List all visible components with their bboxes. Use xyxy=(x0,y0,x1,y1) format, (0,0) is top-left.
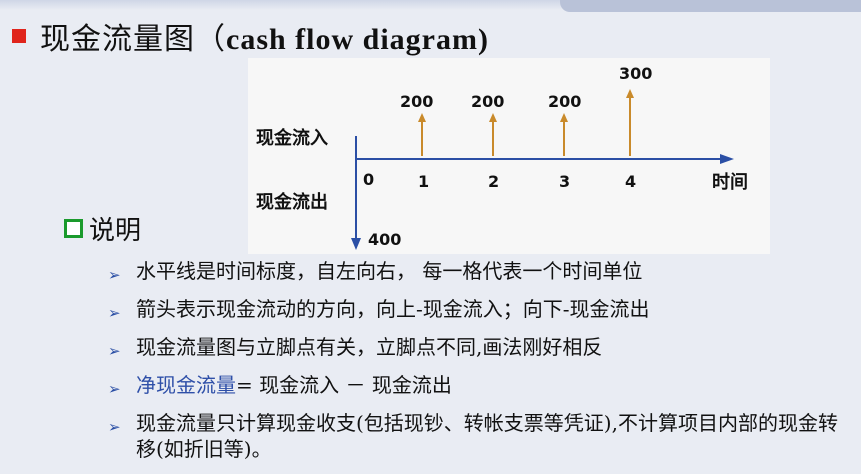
title-text: 现金流量图（cash flow diagram) xyxy=(40,14,489,58)
net-cash-flow-term: 净现金流量 xyxy=(136,373,236,397)
list-item: ➢ 现金流量图与立脚点有关，立脚点不同,画法刚好相反 xyxy=(106,334,846,360)
time-label: 时间 xyxy=(712,172,748,193)
inflow-arrow-2-head xyxy=(489,113,497,122)
time-axis-arrow-head xyxy=(720,154,734,164)
outflow-amount: 400 xyxy=(368,230,402,249)
list-item: ➢ 水平线是时间标度，自左向右， 每一格代表一个时间单位 xyxy=(106,258,846,284)
time-point-4: 4 xyxy=(625,172,637,191)
note-text: 箭头表示现金流动的方向，向上-现金流入；向下-现金流出 xyxy=(136,297,650,321)
time-point-2: 2 xyxy=(488,172,500,191)
note-text: 现金流量图与立脚点有关，立脚点不同,画法刚好相反 xyxy=(136,335,603,359)
note-text: 水平线是时间标度，自左向右， 每一格代表一个时间单位 xyxy=(136,259,643,283)
arrow-bullet-icon: ➢ xyxy=(108,304,121,322)
inflow-arrow-4-head xyxy=(626,89,634,98)
list-item: ➢ 箭头表示现金流动的方向，向上-现金流入；向下-现金流出 xyxy=(106,296,846,322)
cash-flow-diagram: 现金流入 现金流出 时间 0 1 2 3 4 200 200 200 300 4… xyxy=(248,58,770,254)
top-bar-accent xyxy=(560,0,861,12)
arrow-bullet-icon: ➢ xyxy=(108,266,121,284)
notes-list: ➢ 水平线是时间标度，自左向右， 每一格代表一个时间单位 ➢ 箭头表示现金流动的… xyxy=(106,258,846,474)
list-item: ➢ 净现金流量= 现金流入 － 现金流出 xyxy=(106,372,846,398)
inflow-amount-1: 200 xyxy=(400,92,434,111)
inflow-amount-3: 200 xyxy=(548,92,582,111)
arrow-bullet-icon: ➢ xyxy=(108,418,121,436)
outflow-arrow-head xyxy=(351,238,361,250)
inflow-arrow-1-head xyxy=(418,113,426,122)
outflow-label: 现金流出 xyxy=(256,192,328,213)
time-point-1: 1 xyxy=(418,172,430,191)
arrow-bullet-icon: ➢ xyxy=(108,342,121,360)
inflow-arrow-3-head xyxy=(560,113,568,122)
inflow-amount-2: 200 xyxy=(471,92,505,111)
list-item: ➢ 现金流量只计算现金收支(包括现钞、转帐支票等凭证),不计算项目内部的现金转移… xyxy=(106,410,846,462)
inflow-label: 现金流入 xyxy=(256,128,328,149)
inflow-amount-4: 300 xyxy=(619,64,653,83)
time-point-3: 3 xyxy=(559,172,571,191)
section-heading: 说明 xyxy=(64,210,141,247)
slide-title: 现金流量图（cash flow diagram) xyxy=(12,14,489,58)
title-chinese: 现金流量图（ xyxy=(40,22,226,57)
section-bullet-icon xyxy=(64,219,83,238)
time-point-0: 0 xyxy=(363,170,375,189)
inflow-arrows xyxy=(418,89,634,156)
cash-flow-svg xyxy=(351,89,734,250)
arrow-bullet-icon: ➢ xyxy=(108,380,121,398)
note-text: 现金流量只计算现金收支(包括现钞、转帐支票等凭证),不计算项目内部的现金转移(如… xyxy=(136,411,838,461)
title-bullet-icon xyxy=(12,29,26,43)
title-english: cash flow diagram) xyxy=(226,23,489,56)
section-label: 说明 xyxy=(89,216,142,246)
note-text: = 现金流入 － 现金流出 xyxy=(236,373,452,397)
